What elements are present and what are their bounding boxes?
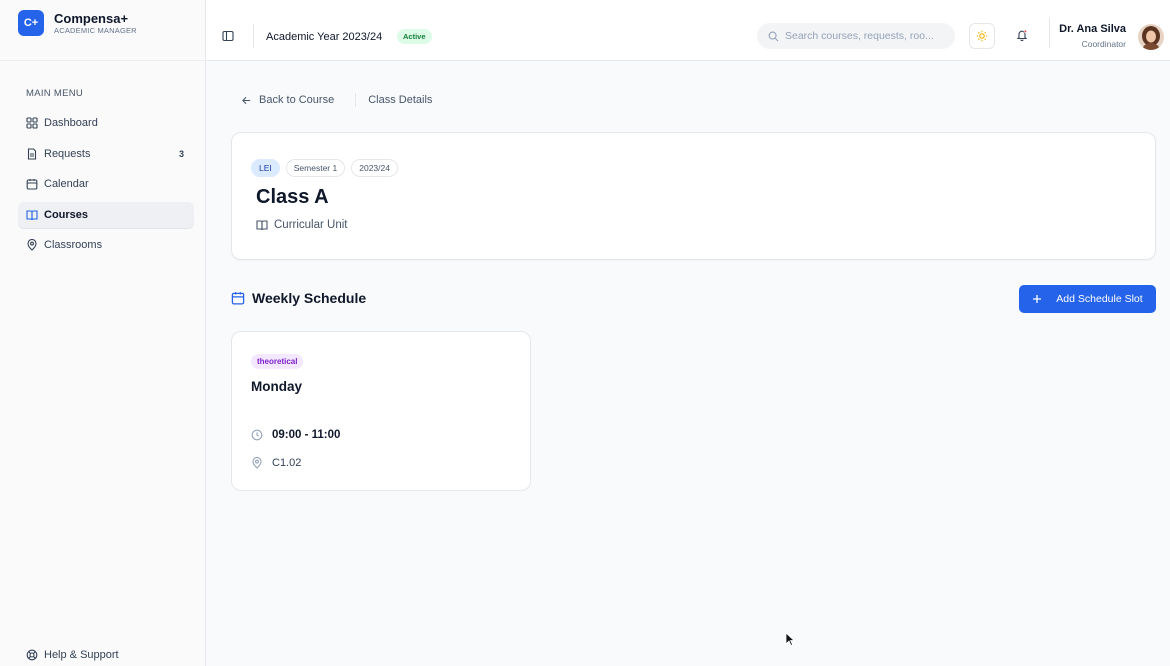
brand-subtitle: ACADEMIC MANAGER	[54, 25, 137, 35]
requests-count-badge: 3	[178, 148, 184, 159]
add-schedule-slot-label: Add Schedule Slot	[1056, 293, 1143, 305]
header-divider	[253, 24, 254, 48]
calendar-icon	[26, 178, 38, 190]
notification-bell-icon[interactable]	[1016, 28, 1028, 46]
search-placeholder: Search courses, requests, roo...	[785, 30, 934, 42]
sidebar-item-calendar[interactable]: Calendar	[18, 171, 194, 197]
brand-text: Compensa+ ACADEMIC MANAGER	[54, 11, 137, 36]
sidebar-item-dashboard[interactable]: Dashboard	[18, 110, 194, 136]
document-icon	[26, 148, 38, 160]
dashboard-icon	[26, 117, 38, 129]
lifebuoy-icon	[26, 649, 38, 661]
slot-room: C1.02	[251, 457, 301, 469]
page-title: Class A	[256, 186, 329, 208]
map-pin-icon	[251, 457, 263, 469]
slot-day: Monday	[251, 379, 303, 394]
arrow-left-icon	[242, 96, 251, 104]
sidebar-item-courses[interactable]: Courses	[18, 201, 194, 228]
map-pin-icon	[26, 239, 38, 252]
sidebar-item-label: Classrooms	[44, 239, 103, 252]
top-header: Academic Year 2023/24 Active Search cour…	[206, 0, 1170, 61]
theme-toggle-button[interactable]	[969, 23, 995, 49]
book-icon	[26, 209, 38, 221]
clock-icon	[251, 429, 263, 441]
semester-tag: Semester 1	[285, 159, 346, 177]
help-support-link[interactable]: Help & Support	[26, 649, 119, 661]
class-tags: LEI Semester 1 2023/24	[251, 159, 404, 177]
weekly-schedule-heading: Weekly Schedule	[231, 290, 366, 306]
sidebar: C+ Compensa+ ACADEMIC MANAGER MAIN MENU …	[0, 0, 206, 666]
help-support-label: Help & Support	[44, 649, 119, 661]
slot-type-badge: theoretical	[251, 354, 304, 369]
user-name: Dr. Ana Silva	[1059, 23, 1126, 35]
schedule-slot-card[interactable]: theoretical Monday 09:00 - 11:00 C1.02	[231, 331, 531, 491]
search-icon	[768, 31, 779, 41]
sidebar-item-label: Requests	[44, 147, 91, 160]
header-divider	[1049, 18, 1050, 48]
brand-name: Compensa+	[54, 10, 129, 26]
weekly-schedule-title: Weekly Schedule	[252, 290, 367, 306]
brand-divider	[0, 60, 206, 61]
class-info-card: LEI Semester 1 2023/24 Class A Curricula…	[231, 132, 1156, 260]
back-label: Back to Course	[259, 94, 335, 106]
brand[interactable]: C+ Compensa+ ACADEMIC MANAGER	[18, 10, 137, 36]
slot-room-text: C1.02	[272, 457, 302, 469]
status-badge: Active	[397, 29, 432, 44]
sidebar-item-requests[interactable]: Requests 3	[18, 141, 194, 167]
brand-logo: C+	[18, 10, 44, 36]
breadcrumb: Back to Course Class Details	[241, 93, 432, 107]
user-role: Coordinator	[1081, 39, 1126, 49]
add-schedule-slot-button[interactable]: Add Schedule Slot	[1019, 285, 1156, 313]
class-subtitle: Curricular Unit	[256, 219, 348, 231]
year-tag: 2023/24	[351, 159, 398, 177]
calendar-icon	[231, 292, 245, 305]
academic-year: Academic Year 2023/24	[266, 31, 383, 43]
main-menu: Dashboard Requests 3 Calendar Courses Cl…	[18, 110, 194, 263]
sidebar-item-label: Courses	[44, 208, 89, 221]
plus-icon	[1033, 295, 1042, 303]
avatar[interactable]	[1138, 24, 1164, 50]
sidebar-item-label: Calendar	[44, 178, 89, 191]
menu-title: MAIN MENU	[26, 88, 84, 99]
sun-icon	[976, 30, 988, 42]
sidebar-item-label: Dashboard	[44, 117, 98, 129]
slot-time-text: 09:00 - 11:00	[272, 429, 341, 441]
book-icon	[256, 220, 268, 231]
breadcrumb-divider	[355, 93, 357, 107]
breadcrumb-current: Class Details	[368, 94, 433, 106]
mouse-cursor-icon	[785, 632, 795, 647]
sidebar-item-classrooms[interactable]: Classrooms	[18, 232, 194, 258]
curricular-unit-label: Curricular Unit	[274, 219, 348, 231]
search-input[interactable]: Search courses, requests, roo...	[757, 23, 955, 49]
back-to-course-link[interactable]: Back to Course	[241, 94, 334, 106]
slot-time: 09:00 - 11:00	[251, 429, 340, 441]
course-code-tag: LEI	[251, 159, 280, 177]
sidebar-toggle-icon[interactable]	[222, 29, 234, 47]
